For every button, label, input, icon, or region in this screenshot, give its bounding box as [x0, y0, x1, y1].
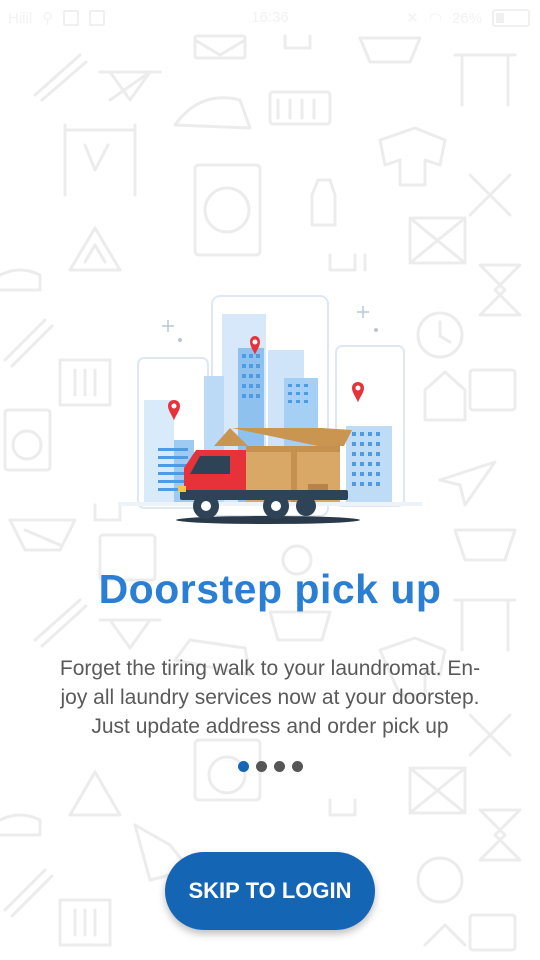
- page-dot-4[interactable]: [291, 761, 303, 772]
- slide-description: Forget the tiring walk to your laundroma…: [20, 654, 520, 741]
- status-bar: Hiiil ⚲ 16:36 ✕ ◠ 26%: [0, 0, 540, 36]
- description-line: joy all laundry services now at your doo…: [60, 686, 480, 709]
- page-dot-1[interactable]: [237, 761, 249, 772]
- slide-title: Doorstep pick up: [98, 566, 442, 612]
- mute-icon: ✕: [406, 10, 419, 27]
- description-line: Forget the tiring walk to your laundroma…: [59, 657, 481, 680]
- delivery-truck-illustration: [118, 295, 422, 524]
- page-dot-3[interactable]: [273, 761, 285, 772]
- wifi-icon: ◠: [428, 10, 442, 27]
- page-indicator: [0, 761, 540, 772]
- battery-percent: 26%: [451, 9, 482, 27]
- description-line: Just update address and order pick up: [91, 715, 449, 738]
- skip-to-login-button[interactable]: SKIP TO LOGIN: [165, 852, 375, 930]
- battery-icon: [492, 9, 530, 27]
- page-dot-2[interactable]: [255, 761, 267, 772]
